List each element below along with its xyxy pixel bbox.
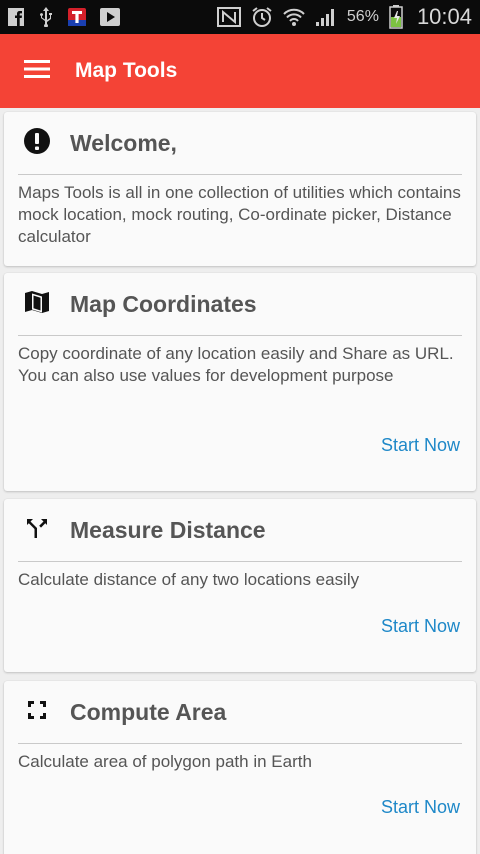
compute-area-card-title: Compute Area: [70, 698, 227, 725]
welcome-card-header: Welcome,: [4, 112, 476, 174]
app-notification-icon: [68, 8, 86, 26]
measure-distance-card-header: Measure Distance: [4, 499, 476, 561]
map-coordinates-start-button[interactable]: Start Now: [381, 435, 460, 456]
welcome-card-description: Maps Tools is all in one collection of u…: [18, 183, 461, 246]
map-coordinates-card-header: Map Coordinates: [4, 273, 476, 335]
usb-icon: [38, 7, 54, 27]
signal-icon: [315, 7, 337, 27]
map-coordinates-card: Map Coordinates Copy coordinate of any l…: [4, 273, 476, 491]
status-bar-left: [8, 0, 120, 34]
battery-percentage: 56%: [346, 8, 379, 25]
status-bar: 56% 10:04: [0, 0, 480, 34]
compute-area-card-description: Calculate area of polygon path in Earth: [18, 752, 312, 771]
battery-icon: [389, 5, 403, 29]
fullscreen-icon: [26, 699, 48, 726]
alarm-icon: [251, 6, 273, 28]
map-coordinates-card-description: Copy coordinate of any location easily a…: [18, 344, 454, 385]
compute-area-card: Compute Area Calculate area of polygon p…: [4, 681, 476, 854]
measure-distance-card-title: Measure Distance: [70, 516, 266, 543]
welcome-card-divider: [18, 174, 462, 175]
alert-circle-icon: [23, 127, 51, 160]
measure-distance-card: Measure Distance Calculate distance of a…: [4, 499, 476, 672]
measure-distance-card-description: Calculate distance of any two locations …: [18, 570, 360, 589]
status-bar-right: 56% 10:04: [216, 0, 472, 34]
status-clock: 10:04: [416, 4, 472, 29]
nfc-icon: [216, 7, 241, 27]
app-bar: Map Tools: [0, 34, 480, 108]
compute-area-start-button[interactable]: Start Now: [381, 797, 460, 818]
hamburger-menu-icon: [24, 59, 50, 84]
map-coordinates-card-divider: [18, 335, 462, 336]
welcome-card: Welcome, Maps Tools is all in one collec…: [4, 112, 476, 266]
measure-distance-start-button[interactable]: Start Now: [381, 616, 460, 637]
welcome-card-title: Welcome,: [70, 129, 177, 156]
compute-area-card-divider: [18, 743, 462, 744]
menu-button[interactable]: [0, 34, 74, 108]
call-split-icon: [25, 517, 49, 544]
app-title: Map Tools: [75, 59, 178, 82]
measure-distance-card-divider: [18, 561, 462, 562]
wifi-icon: [283, 7, 305, 27]
map-icon: [24, 290, 50, 319]
facebook-icon: [8, 8, 24, 26]
compute-area-card-header: Compute Area: [4, 681, 476, 743]
map-coordinates-card-title: Map Coordinates: [70, 290, 257, 317]
media-player-icon: [100, 8, 120, 26]
